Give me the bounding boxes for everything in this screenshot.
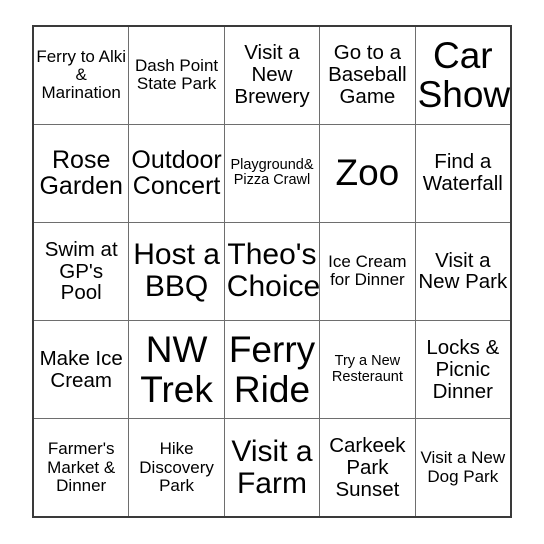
bingo-cell-label: NW Trek	[140, 329, 213, 410]
bingo-cell-r2c5[interactable]: Find a Waterfall	[414, 123, 512, 223]
bingo-cell-r2c3[interactable]: Playground& Pizza Crawl	[223, 123, 321, 223]
bingo-cell-r2c4[interactable]: Zoo	[319, 123, 416, 223]
bingo-row: Swim at GP's Pool Host a BBQ Theo's Choi…	[32, 221, 512, 322]
bingo-card: Ferry to Alki & Marination Dash Point St…	[32, 25, 512, 518]
bingo-cell-r2c1[interactable]: Rose Garden	[32, 123, 130, 223]
bingo-cell-label: Visit a New Dog Park	[420, 448, 506, 486]
bingo-cell-label: Dash Point State Park	[134, 56, 219, 94]
bingo-cell-label: Rose Garden	[39, 145, 123, 201]
bingo-cell-r2c2[interactable]: Outdoor Concert	[128, 123, 225, 223]
bingo-cell-r1c4[interactable]: Go to a Baseball Game	[319, 25, 416, 125]
bingo-cell-r4c3[interactable]: Ferry Ride	[223, 320, 321, 420]
bingo-cell-label: Car Show	[417, 34, 511, 116]
bingo-cell-label: Host a BBQ	[133, 238, 220, 304]
bingo-row: Ferry to Alki & Marination Dash Point St…	[32, 25, 512, 125]
bingo-cell-r3c5[interactable]: Visit a New Park	[414, 221, 512, 322]
bingo-cell-label: Ferry to Alki & Marination	[36, 47, 127, 103]
bingo-cell-label: Outdoor Concert	[131, 145, 222, 201]
bingo-cell-label: Visit a New Park	[418, 248, 508, 294]
bingo-cell-label: Playground& Pizza Crawl	[230, 156, 314, 189]
bingo-cell-r3c3[interactable]: Theo's Choice	[223, 221, 321, 322]
bingo-cell-label: Theo's Choice	[226, 238, 320, 304]
bingo-cell-r4c4[interactable]: Try a New Resteraunt	[319, 320, 416, 420]
bingo-cell-label: Try a New Resteraunt	[331, 353, 403, 385]
bingo-cell-r5c3[interactable]: Visit a Farm	[223, 418, 321, 518]
bingo-cell-label: Ice Cream for Dinner	[328, 252, 407, 290]
bingo-cell-label: Locks & Picnic Dinner	[426, 335, 500, 403]
bingo-cell-r3c4[interactable]: Ice Cream for Dinner	[319, 221, 416, 322]
bingo-grid: Ferry to Alki & Marination Dash Point St…	[32, 25, 512, 518]
bingo-cell-r4c1[interactable]: Make Ice Cream	[32, 320, 130, 420]
bingo-cell-label: Farmer's Market & Dinner	[47, 439, 116, 495]
bingo-cell-label: Visit a Farm	[231, 434, 313, 500]
bingo-cell-label: Find a Waterfall	[422, 150, 503, 196]
bingo-cell-label: Hike Discovery Park	[139, 439, 214, 495]
bingo-cell-label: Swim at GP's Pool	[44, 237, 118, 305]
bingo-cell-r4c5[interactable]: Locks & Picnic Dinner	[414, 320, 512, 420]
bingo-cell-label: Zoo	[335, 152, 400, 194]
bingo-cell-r3c2[interactable]: Host a BBQ	[128, 221, 225, 322]
bingo-cell-r1c2[interactable]: Dash Point State Park	[128, 25, 225, 125]
bingo-cell-r5c2[interactable]: Hike Discovery Park	[128, 418, 225, 518]
bingo-cell-label: Make Ice Cream	[39, 346, 123, 392]
bingo-cell-r5c5[interactable]: Visit a New Dog Park	[414, 418, 512, 518]
bingo-row: Rose Garden Outdoor Concert Playground& …	[32, 123, 512, 223]
bingo-cell-label: Visit a New Brewery	[234, 41, 310, 109]
bingo-row: Farmer's Market & Dinner Hike Discovery …	[32, 418, 512, 518]
bingo-cell-r4c2[interactable]: NW Trek	[128, 320, 225, 420]
bingo-cell-label: Carkeek Park Sunset	[329, 433, 406, 501]
bingo-cell-r5c4[interactable]: Carkeek Park Sunset	[319, 418, 416, 518]
bingo-cell-label: Ferry Ride	[228, 329, 316, 410]
bingo-cell-r3c1[interactable]: Swim at GP's Pool	[32, 221, 130, 322]
bingo-cell-r1c5[interactable]: Car Show	[414, 25, 512, 125]
bingo-cell-r1c3[interactable]: Visit a New Brewery	[223, 25, 321, 125]
bingo-cell-r5c1[interactable]: Farmer's Market & Dinner	[32, 418, 130, 518]
bingo-cell-label: Go to a Baseball Game	[328, 41, 407, 109]
bingo-row: Make Ice Cream NW Trek Ferry Ride Try a …	[32, 320, 512, 420]
bingo-cell-r1c1[interactable]: Ferry to Alki & Marination	[32, 25, 130, 125]
